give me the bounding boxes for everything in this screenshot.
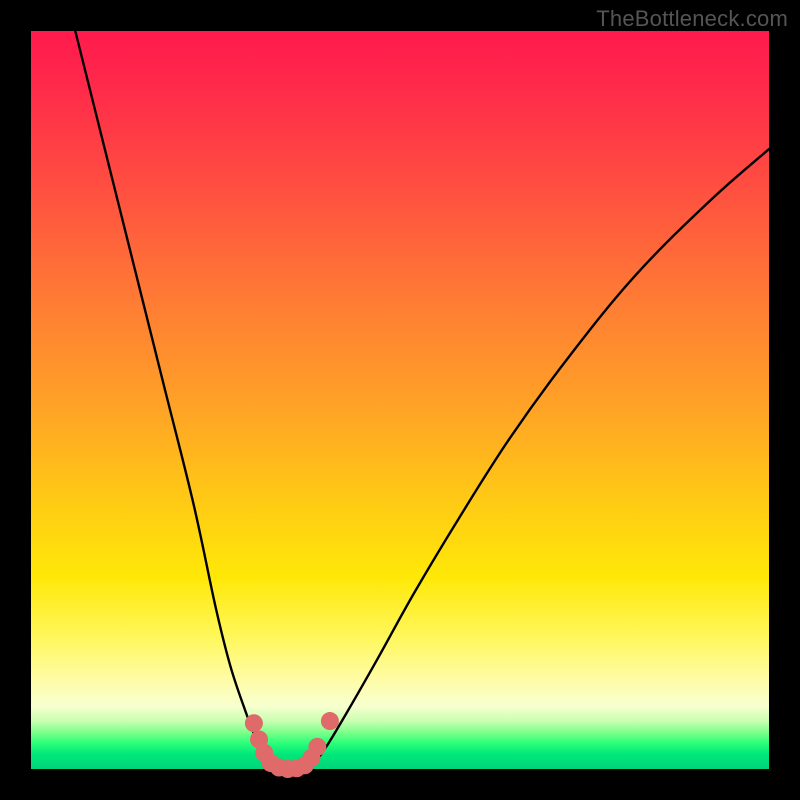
highlight-dot xyxy=(245,714,263,732)
chart-frame: TheBottleneck.com xyxy=(0,0,800,800)
highlight-dot xyxy=(321,712,339,730)
curve-left-branch xyxy=(75,31,269,767)
highlight-dot xyxy=(308,738,326,756)
highlight-dots xyxy=(245,712,339,778)
curve-right-branch xyxy=(311,149,769,767)
curve-layer xyxy=(31,31,769,769)
watermark-text: TheBottleneck.com xyxy=(596,6,788,32)
plot-area xyxy=(31,31,769,769)
